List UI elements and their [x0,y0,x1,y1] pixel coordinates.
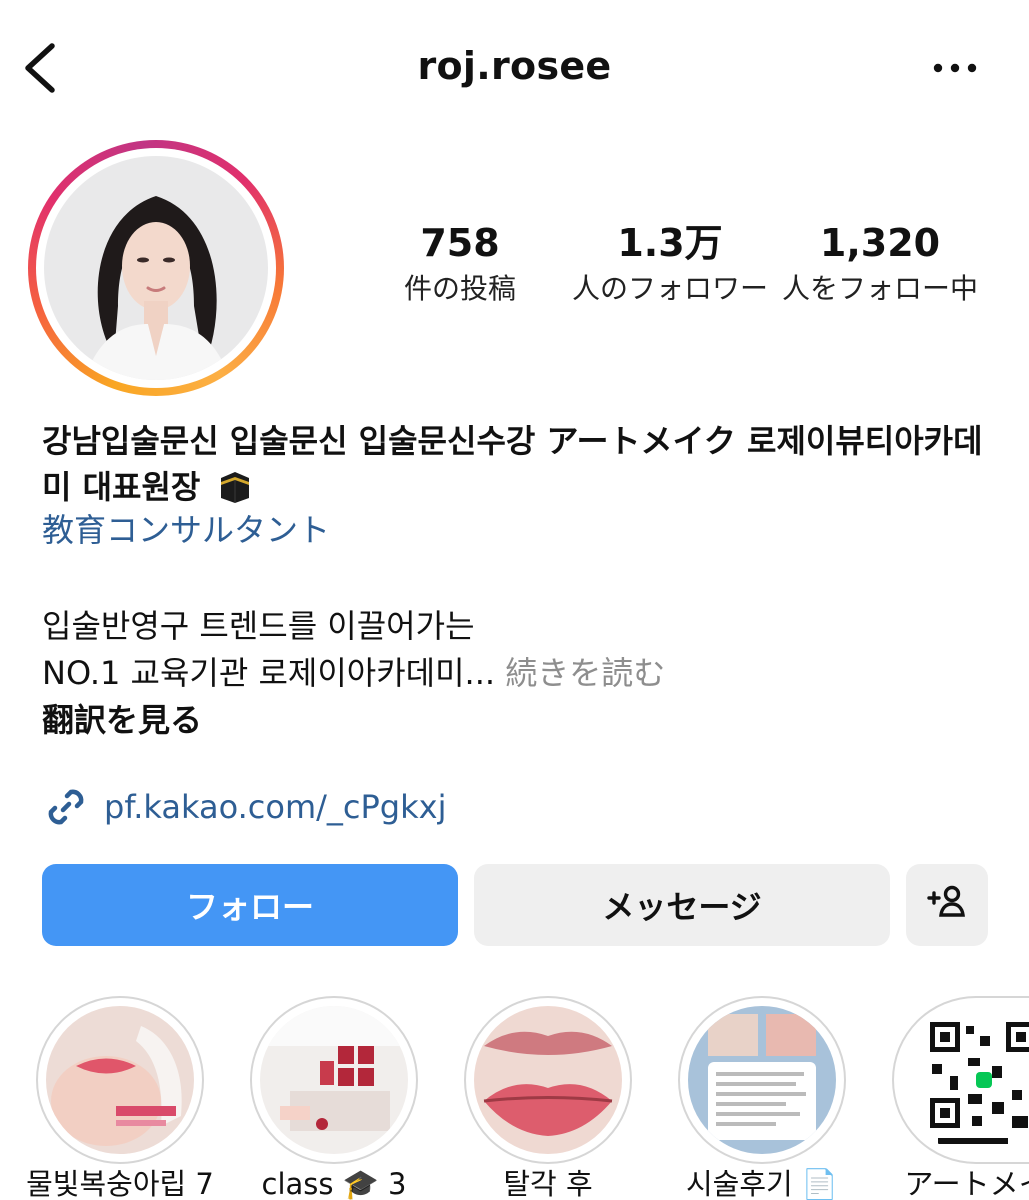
following-count: 1,320 [819,221,941,265]
highlight-label: 탈각 후 [503,1167,593,1200]
highlight-label: アートメイ [904,1167,1029,1200]
top-bar: roj.rosee [0,0,1029,130]
external-link[interactable]: pf.kakao.com/_cPgkxj [42,782,446,832]
see-translation-link[interactable]: 翻訳を見る [42,697,202,743]
posts-count: 758 [420,221,500,265]
add-user-button[interactable] [906,864,988,946]
review-chat-thumbnail [688,1006,836,1154]
avatar [44,156,268,380]
qr-code-thumbnail [902,1006,1029,1154]
followers-label: 人のフォロワー [571,272,768,305]
follow-button[interactable]: フォロー [42,864,458,946]
highlight-label: class 🎓 3 [261,1167,407,1200]
profile-display-name: 강남입술문신 입술문신 입술문신수강 アートメイク 로제이뷰티아카데미 대표원장 [42,418,1002,510]
stat-followers[interactable]: 1.3万 人のフォロワー [570,218,770,310]
link-icon [42,783,90,831]
add-user-icon [926,883,968,927]
bio-line-1: 입술반영구 트렌드를 이끌어가는 [42,607,475,645]
highlight-label: 물빛복숭아립 7 [26,1167,214,1200]
profile-category: 教育コンサルタント [42,511,331,549]
read-more-link[interactable]: 続きを読む [505,654,665,692]
classroom-thumbnail [260,1006,408,1154]
stat-following[interactable]: 1,320 人をフォロー中 [780,218,980,310]
lip-procedure-thumbnail [46,1006,194,1154]
message-button[interactable]: メッセージ [474,864,890,946]
lips-closeup-thumbnail [474,1006,622,1154]
highlight-label: 시술후기 📄 [685,1167,839,1200]
bio-line-2: NO.1 교육기관 로제이아카데미... 続きを読む [42,650,665,696]
followers-count: 1.3万 [617,221,723,265]
profile-username: roj.rosee [417,44,612,88]
kaaba-emoji-icon [217,470,253,504]
stat-posts[interactable]: 758 件の投稿 [380,218,540,310]
display-name-text: 강남입술문신 입술문신 입술문신수강 アートメイク 로제이뷰티아카데미 대표원장 [42,422,983,506]
following-label: 人をフォロー中 [781,272,978,305]
bio-line-2-text: NO.1 교육기관 로제이아카데미... [42,654,496,692]
story-ring[interactable] [28,140,284,396]
posts-label: 件の投稿 [403,272,516,305]
link-text: pf.kakao.com/_cPgkxj [104,788,447,826]
more-horizontal-icon[interactable] [930,56,980,80]
